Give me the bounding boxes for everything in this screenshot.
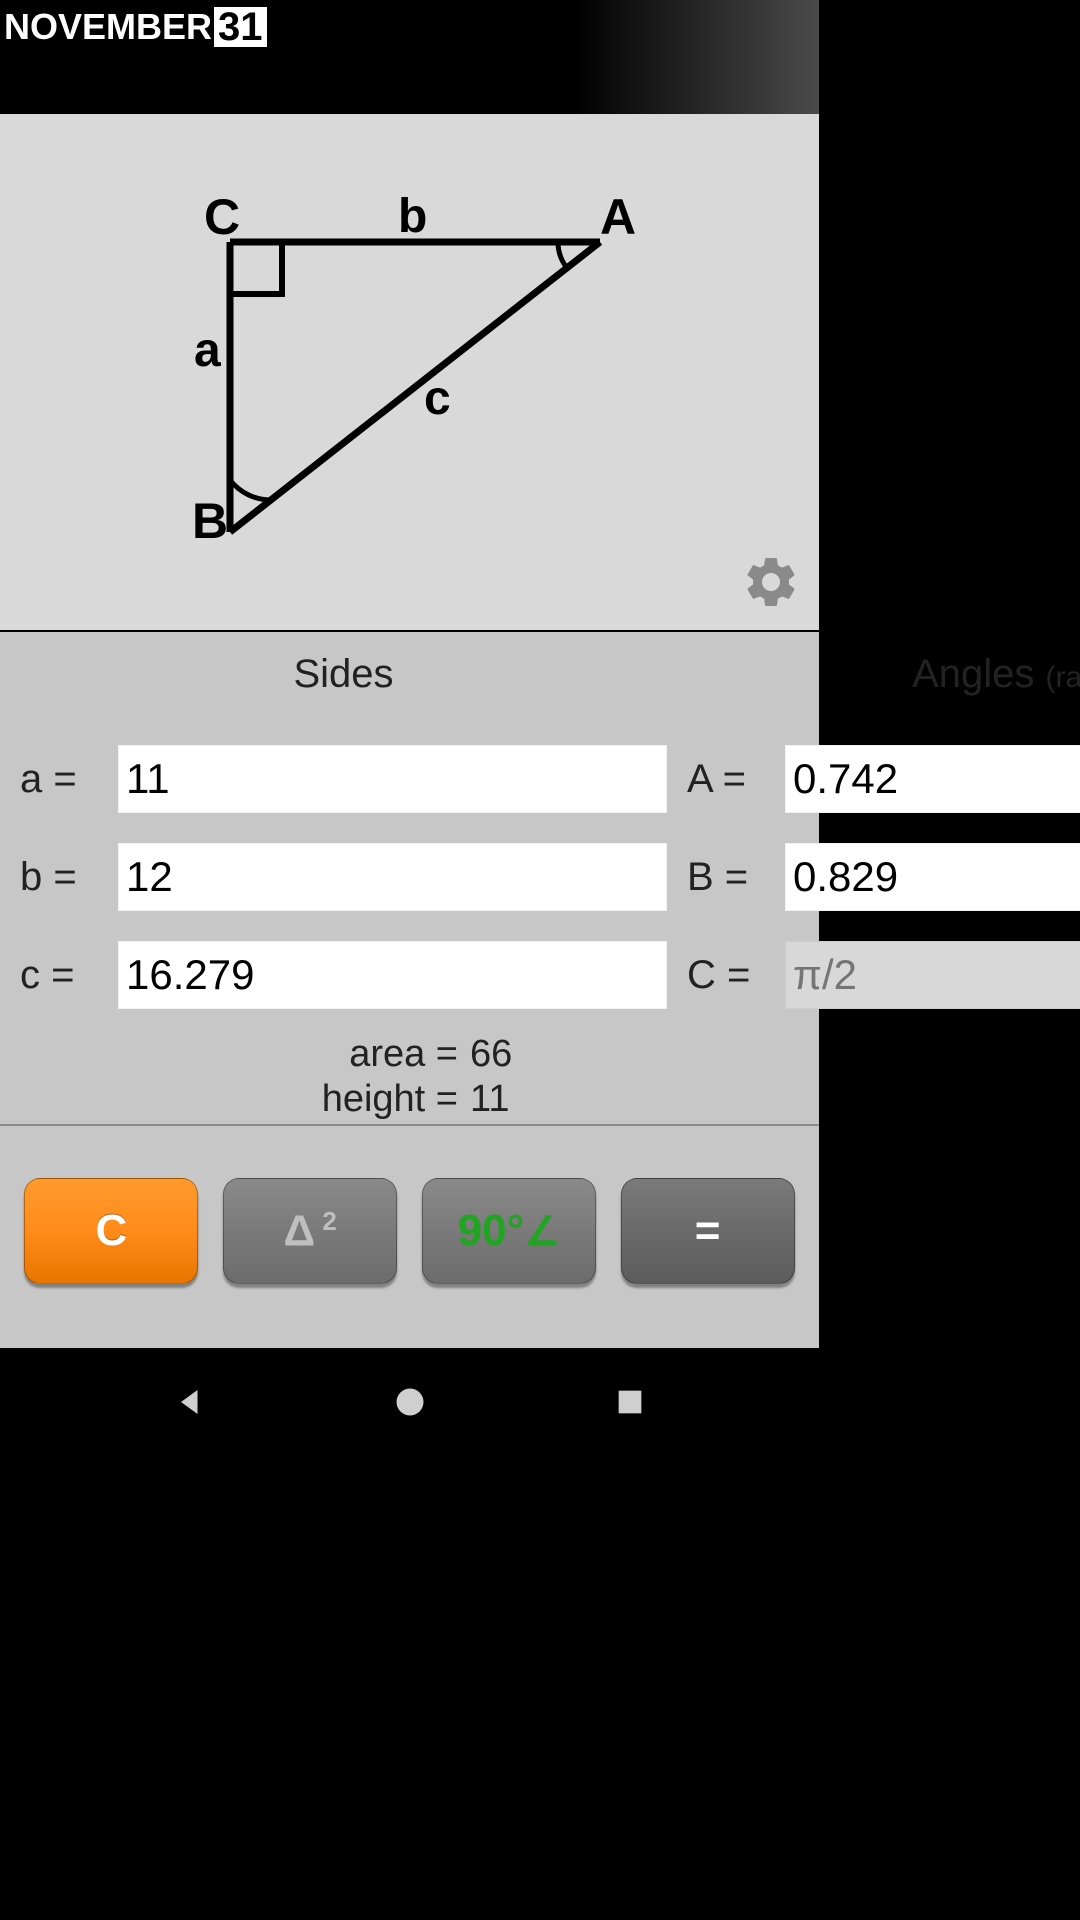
side-a-label: a [194,324,221,377]
home-button[interactable] [392,1384,428,1420]
sides-column: Sides a = b = c = [20,648,667,1009]
sides-header: Sides [20,652,667,697]
angles-header: Angles (rad) [687,652,1080,697]
angle-B-label: B = [687,855,781,900]
app-header: NOVEMBER 31 [0,0,819,114]
right-angle-button[interactable]: 90°∠ [422,1178,596,1284]
side-c-input[interactable] [118,941,667,1009]
delta-button-text: Δ [283,1206,315,1255]
angles-unit: (rad) [1046,661,1080,694]
triangle-svg: C b A a c B [180,192,640,552]
clear-button[interactable]: C [24,1178,198,1284]
side-a-input[interactable] [118,745,667,813]
delta-button[interactable]: Δ 2 [223,1178,397,1284]
angle-B-input[interactable] [785,843,1080,911]
height-label: height = [20,1078,470,1121]
area-label: area = [20,1033,470,1076]
side-b-label: b = [20,855,114,900]
vertex-A-label: A [600,192,636,245]
angle-A-input[interactable] [785,745,1080,813]
system-navbar [0,1348,819,1456]
recent-button[interactable] [613,1385,647,1419]
gear-icon [741,552,801,612]
vertex-C-label: C [204,192,240,245]
angle-C-input [785,941,1080,1009]
brand-month: NOVEMBER [4,6,212,48]
results-section: area = 66 height = 11 [20,1033,799,1121]
height-value: 11 [470,1078,799,1121]
angles-header-text: Angles [912,652,1034,696]
area-value: 66 [470,1033,799,1076]
settings-button[interactable] [741,552,801,612]
triangle-diagram: C b A a c B [0,114,819,632]
side-c-label: c [424,372,451,425]
back-button[interactable] [172,1384,208,1420]
vertex-B-label: B [192,493,228,549]
equals-button[interactable]: = [621,1178,795,1284]
side-b-input[interactable] [118,843,667,911]
angle-A-label: A = [687,757,781,802]
side-b-label: b [398,192,427,243]
angles-column: Angles (rad) A = B = C = [687,648,1080,1009]
brand-logo: NOVEMBER 31 [4,6,267,48]
angle-symbol-icon: ∠ [524,1210,560,1254]
action-buttons: C Δ 2 90°∠ = [0,1126,819,1336]
right-angle-text: 90° [458,1206,525,1255]
side-c-label: c = [20,953,114,998]
delta-button-sup: 2 [315,1206,337,1236]
inputs-panel: Sides a = b = c = Angles (rad) A = [0,632,819,1126]
angle-C-label: C = [687,953,781,998]
brand-day: 31 [214,7,267,47]
side-a-label: a = [20,757,114,802]
spacer [0,1336,819,1348]
